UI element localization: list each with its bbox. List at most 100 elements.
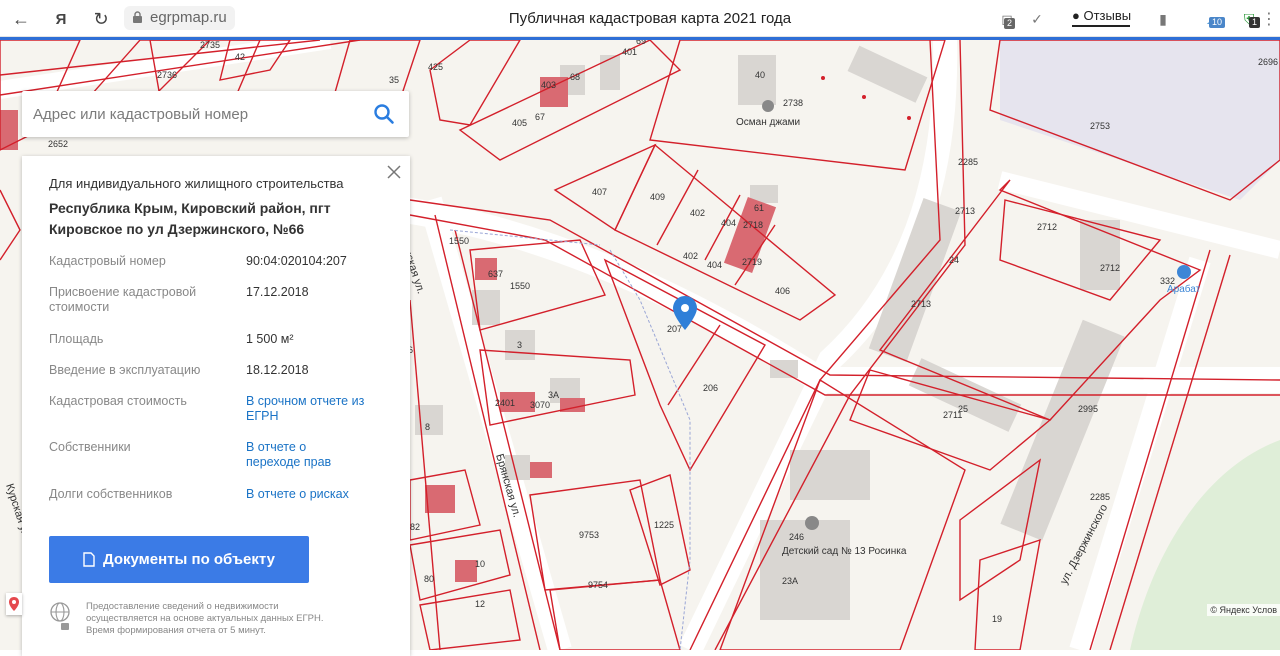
parcel-label: 61 bbox=[754, 203, 764, 213]
parcel-label: 2735 bbox=[200, 40, 220, 50]
parcel-label: 3 bbox=[517, 340, 522, 350]
search-input[interactable] bbox=[22, 91, 362, 137]
parcel-label: 403 bbox=[541, 80, 556, 90]
parcel-label: 405 bbox=[512, 118, 527, 128]
map-copyright[interactable]: © Яндекс Услов bbox=[1207, 604, 1280, 616]
tabs-badge: 2 bbox=[1004, 18, 1016, 29]
parcel-label: 2719 bbox=[742, 257, 762, 267]
parcel-label: 2712 bbox=[1100, 263, 1120, 273]
parcel-label: 402 bbox=[683, 251, 698, 261]
bookmark-icon[interactable]: ▮ bbox=[1152, 8, 1174, 30]
parcel-label: 1550 bbox=[449, 236, 469, 246]
map-pin-icon bbox=[9, 597, 19, 611]
valuation-date-label: Присвоение кадастровой стоимости bbox=[49, 285, 197, 314]
documents-button-label: Документы по объекту bbox=[103, 551, 275, 568]
parcel-label: 2652 bbox=[48, 139, 68, 149]
parcel-label: 2995 bbox=[1078, 404, 1098, 414]
parcel-label: 2713 bbox=[955, 206, 975, 216]
search-icon[interactable] bbox=[373, 103, 395, 125]
parcel-label: 637 bbox=[488, 269, 503, 279]
feedback-link[interactable]: ● Отзывы bbox=[1072, 8, 1131, 23]
parcel-label: 69 bbox=[636, 40, 646, 46]
parcel-label: 19 bbox=[992, 614, 1002, 624]
parcel-label: 401 bbox=[622, 47, 637, 57]
cadastral-value-label: Кадастровая стоимость bbox=[49, 394, 187, 408]
parcel-label: 2718 bbox=[743, 220, 763, 230]
owners-link[interactable]: В отчете о переходе прав bbox=[246, 440, 356, 470]
parcel-label: 2712 bbox=[1037, 222, 1057, 232]
owner-debts-link[interactable]: В отчете о рисках bbox=[246, 487, 396, 502]
parcel-label: 404 bbox=[707, 260, 722, 270]
close-icon[interactable] bbox=[386, 164, 402, 180]
browser-toolbar: ← Я ↻ egrpmap.ru Публичная кадастровая к… bbox=[0, 0, 1280, 37]
parcel-label: 25 bbox=[958, 404, 968, 414]
object-address: Республика Крым, Кировский район, пгт Ки… bbox=[49, 200, 331, 237]
place-label: Осман джами bbox=[736, 117, 800, 128]
feedback-label: Отзывы bbox=[1083, 8, 1132, 23]
cadastral-value-link[interactable]: В срочном отчете из ЕГРН bbox=[246, 394, 366, 424]
parcel-label: 23А bbox=[782, 576, 798, 586]
parcel-label: 10 bbox=[475, 559, 485, 569]
globe-lock-icon bbox=[50, 602, 70, 630]
parcel-label: 406 bbox=[775, 286, 790, 296]
parcel-label: 82 bbox=[410, 522, 420, 532]
parcel-label: 35 bbox=[389, 75, 399, 85]
kindergarten-icon[interactable] bbox=[805, 516, 819, 530]
parcel-label: 409 bbox=[650, 192, 665, 202]
parcel-label: 207 bbox=[667, 324, 682, 334]
mosque-icon[interactable] bbox=[762, 100, 774, 112]
parcel-label: 12 bbox=[475, 599, 485, 609]
parcel-label: 40 bbox=[755, 70, 765, 80]
search-box bbox=[22, 91, 409, 137]
parcel-label: 24 bbox=[949, 255, 959, 265]
commissioning-value: 18.12.2018 bbox=[246, 363, 309, 377]
parcel-label: 1550 bbox=[510, 281, 530, 291]
parcel-label: 9754 bbox=[588, 580, 608, 590]
place-label: Арабат bbox=[1167, 283, 1201, 295]
data-source-note: Предоставление сведений о недвижимости о… bbox=[86, 601, 324, 636]
land-purpose: Для индивидуального жилищного строительс… bbox=[49, 176, 344, 191]
parcel-label: 8 bbox=[425, 422, 430, 432]
parcel-label: 2753 bbox=[1090, 121, 1110, 131]
feedback-underline bbox=[1072, 25, 1130, 27]
valuation-date-value: 17.12.2018 bbox=[246, 285, 309, 299]
parcel-label: 1225 bbox=[654, 520, 674, 530]
parcel-label: 425 bbox=[428, 62, 443, 72]
shop-icon[interactable] bbox=[1177, 265, 1191, 279]
place-label: Детский сад № 13 Росинка bbox=[782, 546, 907, 557]
area-value: 1 500 м² bbox=[246, 332, 294, 346]
cadastral-number-label: Кадастровый номер bbox=[49, 254, 166, 268]
cadastral-number-value: 90:04:020104:207 bbox=[246, 254, 347, 268]
parcel-label: 2713 bbox=[911, 299, 931, 309]
parcel-label: 402 bbox=[690, 208, 705, 218]
menu-icon[interactable]: ⋮ bbox=[1258, 8, 1280, 30]
parcel-label: 2738 bbox=[783, 98, 803, 108]
parcel-label: 80 bbox=[424, 574, 434, 584]
area-label: Площадь bbox=[49, 332, 104, 346]
parcel-label: 9753 bbox=[579, 530, 599, 540]
parcel-label: 3070 bbox=[530, 400, 550, 410]
owners-label: Собственники bbox=[49, 440, 131, 454]
parcel-label: 42 bbox=[235, 52, 245, 62]
parcel-label: 68 bbox=[570, 72, 580, 82]
parcel-label: 404 bbox=[721, 218, 736, 228]
location-button[interactable] bbox=[6, 593, 22, 615]
chat-icon: ● bbox=[1072, 8, 1080, 23]
commissioning-label: Введение в эксплуатацию bbox=[49, 363, 201, 377]
object-info-panel: Для индивидуального жилищного строительс… bbox=[22, 156, 410, 656]
protect-icon[interactable]: ✓ bbox=[1026, 8, 1048, 30]
parcel-label: 2401 bbox=[495, 398, 515, 408]
document-icon bbox=[83, 552, 95, 567]
owner-debts-label: Долги собственников bbox=[49, 487, 173, 501]
cloud-badge: 10 bbox=[1209, 17, 1226, 28]
parcel-label: 2736 bbox=[157, 70, 177, 80]
parcel-label: 206 bbox=[703, 383, 718, 393]
parcel-label: 67 bbox=[535, 112, 545, 122]
object-documents-button[interactable]: Документы по объекту bbox=[49, 536, 309, 583]
parcel-label: 246 bbox=[789, 532, 804, 542]
parcel-label: 2696 bbox=[1258, 57, 1278, 67]
parcel-label: 407 bbox=[592, 187, 607, 197]
parcel-label: 2285 bbox=[958, 157, 978, 167]
parcel-label: 3А bbox=[548, 390, 559, 400]
parcel-label: 2285 bbox=[1090, 492, 1110, 502]
